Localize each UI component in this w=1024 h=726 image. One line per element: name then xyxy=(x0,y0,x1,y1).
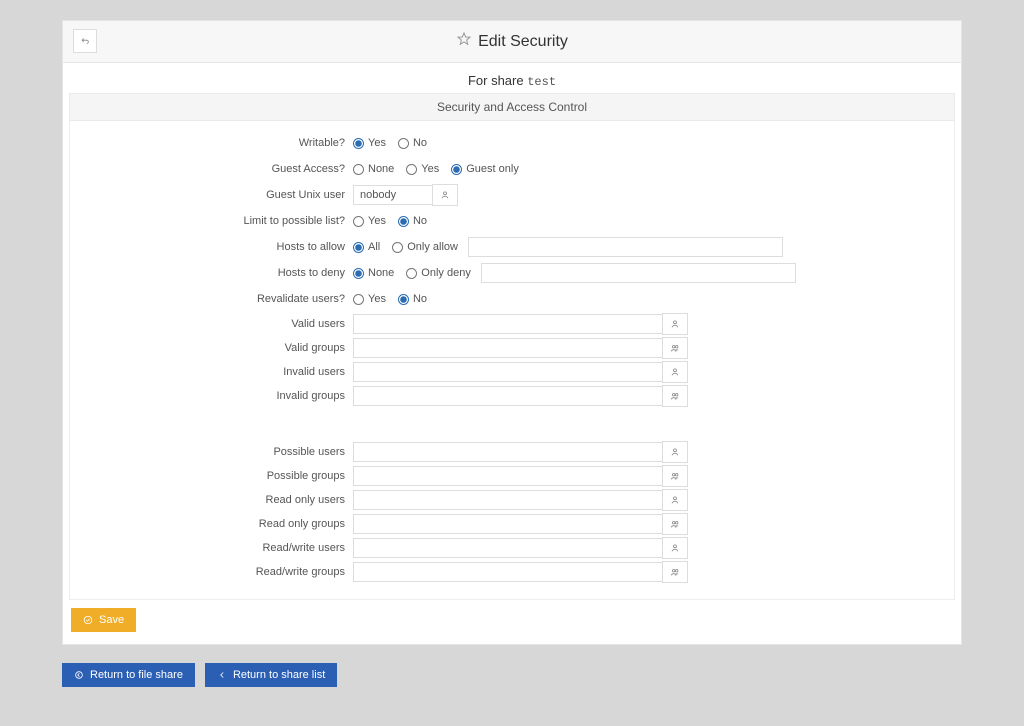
label-read-write-users: Read/write users xyxy=(70,542,353,554)
check-circle-icon xyxy=(83,615,93,625)
title-bar: Edit Security xyxy=(63,21,961,63)
guest-access-radios: None Yes Guest only xyxy=(353,163,954,175)
hosts-allow-all[interactable]: All xyxy=(353,241,380,253)
guest-none[interactable]: None xyxy=(353,163,394,175)
section-heading: Security and Access Control xyxy=(69,93,955,121)
read-write-groups-input[interactable] xyxy=(353,562,663,582)
limit-yes[interactable]: Yes xyxy=(353,215,386,227)
label-invalid-users: Invalid users xyxy=(70,366,353,378)
label-possible-users: Possible users xyxy=(70,446,353,458)
writable-no[interactable]: No xyxy=(398,137,427,149)
user-icon xyxy=(670,495,680,505)
group-icon xyxy=(670,519,680,529)
invalid-users-input[interactable] xyxy=(353,362,663,382)
save-button[interactable]: Save xyxy=(71,608,136,632)
hosts-allow-input[interactable] xyxy=(468,237,783,257)
hosts-deny-only[interactable]: Only deny xyxy=(406,267,471,279)
read-write-groups-picker[interactable] xyxy=(662,561,688,583)
label-possible-groups: Possible groups xyxy=(70,470,353,482)
label-read-only-users: Read only users xyxy=(70,494,353,506)
guest-unix-user-input[interactable] xyxy=(353,185,433,205)
label-guest-access: Guest Access? xyxy=(70,163,353,175)
invalid-groups-picker[interactable] xyxy=(662,385,688,407)
read-write-users-input[interactable] xyxy=(353,538,663,558)
group-icon xyxy=(670,567,680,577)
pick-user-button[interactable] xyxy=(432,184,458,206)
page-title: Edit Security xyxy=(478,33,568,51)
label-guest-unix-user: Guest Unix user xyxy=(70,189,353,201)
label-invalid-groups: Invalid groups xyxy=(70,390,353,402)
limit-no[interactable]: No xyxy=(398,215,427,227)
possible-users-input[interactable] xyxy=(353,442,663,462)
revalidate-yes[interactable]: Yes xyxy=(353,293,386,305)
valid-groups-picker[interactable] xyxy=(662,337,688,359)
possible-groups-picker[interactable] xyxy=(662,465,688,487)
arrow-left-icon xyxy=(217,670,227,680)
possible-users-picker[interactable] xyxy=(662,441,688,463)
read-write-users-picker[interactable] xyxy=(662,537,688,559)
group-icon xyxy=(670,471,680,481)
label-revalidate: Revalidate users? xyxy=(70,293,353,305)
user-icon xyxy=(670,319,680,329)
back-button[interactable] xyxy=(73,29,97,53)
writable-yes[interactable]: Yes xyxy=(353,137,386,149)
hosts-deny-input[interactable] xyxy=(481,263,796,283)
valid-users-input[interactable] xyxy=(353,314,663,334)
label-read-write-groups: Read/write groups xyxy=(70,566,353,578)
user-icon xyxy=(670,543,680,553)
user-icon xyxy=(670,367,680,377)
star-icon[interactable] xyxy=(456,31,472,52)
read-only-groups-picker[interactable] xyxy=(662,513,688,535)
hosts-deny-none[interactable]: None xyxy=(353,267,394,279)
share-context: For share test xyxy=(63,63,961,93)
label-valid-groups: Valid groups xyxy=(70,342,353,354)
read-only-groups-input[interactable] xyxy=(353,514,663,534)
valid-users-picker[interactable] xyxy=(662,313,688,335)
guest-yes[interactable]: Yes xyxy=(406,163,439,175)
return-share-list-button[interactable]: Return to share list xyxy=(205,663,337,687)
arrow-return-icon xyxy=(80,36,90,46)
possible-groups-input[interactable] xyxy=(353,466,663,486)
label-hosts-deny: Hosts to deny xyxy=(70,267,353,279)
guest-only[interactable]: Guest only xyxy=(451,163,519,175)
label-writable: Writable? xyxy=(70,137,353,149)
user-icon xyxy=(440,190,450,200)
group-icon xyxy=(670,391,680,401)
read-only-users-input[interactable] xyxy=(353,490,663,510)
group-icon xyxy=(670,343,680,353)
label-valid-users: Valid users xyxy=(70,318,353,330)
label-read-only-groups: Read only groups xyxy=(70,518,353,530)
user-icon xyxy=(670,447,680,457)
valid-groups-input[interactable] xyxy=(353,338,663,358)
label-limit-possible: Limit to possible list? xyxy=(70,215,353,227)
invalid-groups-input[interactable] xyxy=(353,386,663,406)
return-file-share-button[interactable]: Return to file share xyxy=(62,663,195,687)
label-hosts-allow: Hosts to allow xyxy=(70,241,353,253)
hosts-allow-only[interactable]: Only allow xyxy=(392,241,458,253)
writable-radios: Yes No xyxy=(353,137,954,149)
arrow-left-circle-icon xyxy=(74,670,84,680)
revalidate-no[interactable]: No xyxy=(398,293,427,305)
invalid-users-picker[interactable] xyxy=(662,361,688,383)
read-only-users-picker[interactable] xyxy=(662,489,688,511)
